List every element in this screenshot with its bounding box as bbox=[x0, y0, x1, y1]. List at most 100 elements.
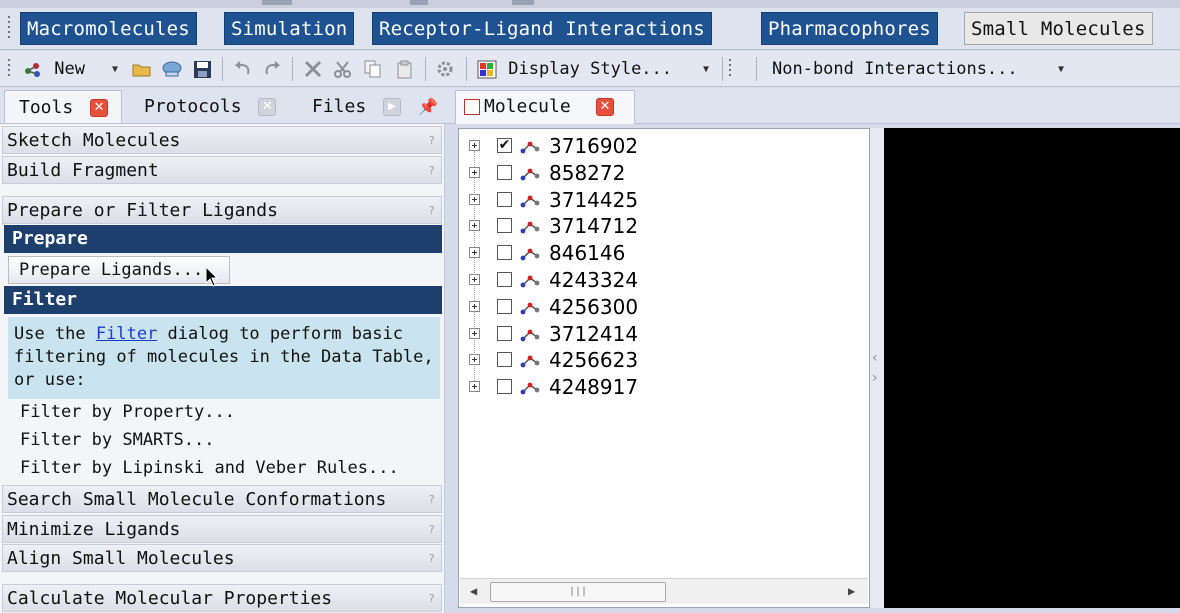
undo-button[interactable] bbox=[232, 56, 254, 82]
expand-icon[interactable] bbox=[469, 327, 480, 339]
filter-link[interactable]: Filter bbox=[96, 324, 157, 344]
filter-by-lipinski-link[interactable]: Filter by Lipinski and Veber Rules... bbox=[20, 458, 399, 478]
expand-icon[interactable] bbox=[469, 140, 480, 151]
help-icon[interactable]: ? bbox=[428, 486, 435, 514]
ribbon-tab-simulation[interactable]: Simulation bbox=[224, 12, 355, 45]
subsection-filter-heading: Filter bbox=[4, 286, 442, 314]
tab-files-label: Files bbox=[312, 96, 367, 117]
filter-by-property-link[interactable]: Filter by Property... bbox=[20, 402, 235, 422]
help-icon[interactable]: ? bbox=[428, 127, 435, 155]
row-checkbox[interactable] bbox=[497, 352, 512, 368]
expand-icon[interactable] bbox=[469, 274, 480, 285]
row-checkbox[interactable] bbox=[497, 218, 512, 234]
section-build-fragment[interactable]: Build Fragment? bbox=[2, 156, 442, 184]
display-style-dropdown-arrow[interactable]: ▼ bbox=[703, 57, 709, 83]
open-server-button[interactable] bbox=[160, 56, 184, 82]
3d-viewer[interactable] bbox=[884, 128, 1180, 608]
expand-icon[interactable] bbox=[469, 166, 480, 178]
top-strip bbox=[0, 0, 1180, 8]
open-folder-button[interactable] bbox=[131, 56, 153, 82]
row-checkbox[interactable] bbox=[497, 245, 512, 261]
tab-files[interactable]: Files ▶ bbox=[312, 90, 402, 123]
new-dropdown-arrow[interactable]: ▼ bbox=[112, 57, 118, 83]
toolbar-separator bbox=[722, 57, 723, 81]
collapse-left-icon[interactable]: ‹ bbox=[872, 350, 878, 366]
prepare-ligands-button[interactable]: Prepare Ligands... bbox=[8, 256, 230, 284]
ribbon-tabbar: Macromolecules Simulation Receptor-Ligan… bbox=[0, 8, 1180, 50]
expand-icon[interactable] bbox=[469, 247, 480, 259]
expand-icon[interactable] bbox=[469, 193, 480, 205]
section-minimize-ligands[interactable]: Minimize Ligands? bbox=[2, 515, 442, 543]
filter-by-smarts-link[interactable]: Filter by SMARTS... bbox=[20, 430, 214, 450]
nonbond-interactions-button[interactable]: Non-bond Interactions... bbox=[772, 56, 1018, 82]
tab-molecule-label: Molecule bbox=[484, 96, 571, 117]
scroll-right-arrow-icon[interactable]: ▶ bbox=[848, 584, 855, 598]
display-style-button[interactable]: Display Style... bbox=[476, 56, 672, 82]
copy-button[interactable] bbox=[362, 56, 384, 82]
section-search-conformations[interactable]: Search Small Molecule Conformations? bbox=[2, 485, 442, 513]
settings-button[interactable] bbox=[434, 56, 456, 82]
paste-button[interactable] bbox=[394, 56, 416, 82]
help-icon[interactable]: ? bbox=[428, 516, 435, 544]
tab-tools[interactable]: Tools ✕ bbox=[4, 90, 122, 123]
ribbon-tab-macromolecules[interactable]: Macromolecules bbox=[20, 12, 197, 45]
expand-icon[interactable] bbox=[469, 354, 480, 366]
row-checkbox[interactable] bbox=[497, 191, 512, 207]
row-checkbox[interactable] bbox=[497, 272, 512, 287]
close-icon[interactable]: ✕ bbox=[596, 98, 614, 116]
help-icon[interactable]: ? bbox=[428, 197, 435, 225]
nonbond-dropdown-arrow[interactable]: ▼ bbox=[1058, 57, 1064, 83]
scroll-left-arrow-icon[interactable]: ◀ bbox=[470, 584, 477, 598]
row-checkbox[interactable]: ✔ bbox=[497, 138, 512, 153]
expand-icon[interactable] bbox=[469, 300, 480, 312]
pin-icon[interactable]: 📌 bbox=[418, 90, 438, 123]
toolbar-separator bbox=[222, 57, 223, 81]
expand-icon[interactable] bbox=[469, 381, 480, 393]
help-icon[interactable]: ? bbox=[428, 545, 435, 573]
tab-protocols-label: Protocols bbox=[144, 96, 242, 117]
tools-panel: Sketch Molecules? Build Fragment? Prepar… bbox=[0, 124, 445, 613]
section-label: Sketch Molecules bbox=[7, 130, 181, 151]
tab-molecule[interactable]: Molecule ✕ bbox=[455, 90, 635, 124]
delete-button[interactable] bbox=[302, 56, 324, 82]
ribbon-tab-small-molecules[interactable]: Small Molecules bbox=[964, 12, 1153, 45]
filter-info-box: Use the Filter dialog to perform basic f… bbox=[8, 317, 440, 399]
expand-icon[interactable] bbox=[469, 220, 480, 232]
section-align-small-molecules[interactable]: Align Small Molecules? bbox=[2, 544, 442, 572]
scroll-right-icon[interactable]: ▶ bbox=[383, 98, 402, 116]
tab-protocols[interactable]: Protocols ✕ bbox=[144, 90, 277, 123]
section-label: Minimize Ligands bbox=[7, 519, 181, 540]
horizontal-scrollbar[interactable]: ◀ ||| ▶ bbox=[460, 578, 868, 604]
molecule-icon bbox=[520, 382, 540, 395]
ribbon-tab-pharmacophores[interactable]: Pharmacophores bbox=[761, 12, 938, 45]
redo-button[interactable] bbox=[262, 56, 284, 82]
help-icon[interactable]: ? bbox=[428, 585, 435, 613]
cut-button[interactable] bbox=[332, 56, 354, 82]
row-checkbox[interactable] bbox=[497, 325, 512, 341]
grip-handle[interactable] bbox=[7, 16, 11, 41]
section-prepare-filter[interactable]: Prepare or Filter Ligands? bbox=[2, 196, 442, 224]
new-button[interactable]: New bbox=[22, 56, 85, 82]
collapse-right-icon[interactable]: › bbox=[872, 370, 878, 386]
folder-icon bbox=[132, 64, 151, 77]
row-checkbox[interactable] bbox=[497, 379, 512, 395]
left-panel-tabbar: Tools ✕ Protocols ✕ Files ▶ 📌 bbox=[0, 88, 445, 124]
toolbar-separator bbox=[292, 57, 293, 81]
scrollbar-thumb[interactable]: ||| bbox=[490, 582, 666, 602]
toolbar-grip[interactable] bbox=[728, 59, 732, 79]
row-checkbox[interactable] bbox=[497, 164, 512, 180]
row-checkbox[interactable] bbox=[497, 298, 512, 314]
help-icon[interactable]: ? bbox=[428, 157, 435, 185]
toolbar-grip[interactable] bbox=[7, 59, 11, 79]
window-strip-fragment bbox=[512, 0, 534, 5]
section-calculate-properties[interactable]: Calculate Molecular Properties? bbox=[2, 584, 442, 612]
close-icon[interactable]: ✕ bbox=[258, 98, 277, 116]
close-icon[interactable]: ✕ bbox=[90, 99, 109, 117]
molecule-tree: ✔ 3716902 858272 3714425 3714712 846146 424332… bbox=[458, 128, 870, 608]
section-sketch-molecules[interactable]: Sketch Molecules? bbox=[2, 126, 442, 154]
panel-splitter[interactable]: ‹ › bbox=[870, 128, 884, 608]
ribbon-tab-receptor-ligand[interactable]: Receptor-Ligand Interactions bbox=[372, 12, 712, 45]
save-button[interactable] bbox=[192, 56, 214, 82]
window-strip-fragment bbox=[262, 0, 292, 5]
delete-icon bbox=[304, 60, 322, 78]
